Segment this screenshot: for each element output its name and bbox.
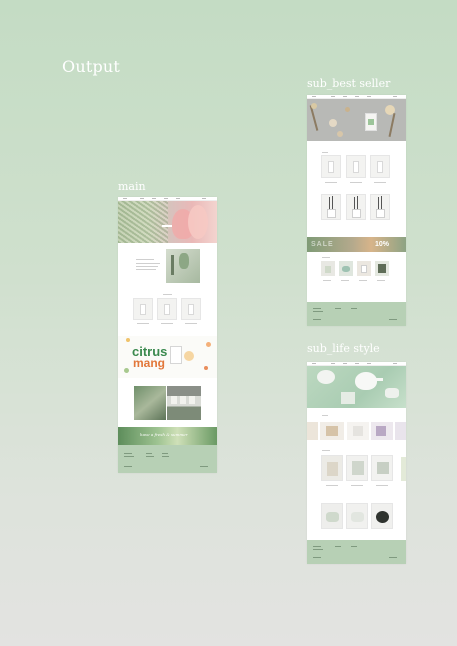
sub-best-seller-heading: sub_best seller — [307, 77, 391, 90]
banner-text: have a fresh & summer — [140, 432, 188, 437]
main-gallery-row — [118, 383, 217, 423]
life-style-product-card[interactable] — [371, 455, 393, 481]
best-seller-small-card[interactable] — [321, 261, 335, 276]
best-seller-small-card[interactable] — [357, 261, 371, 276]
promo-bottle-image — [170, 346, 182, 364]
output-heading: Output — [62, 57, 121, 76]
best-seller-small-card[interactable] — [375, 261, 389, 276]
sub1-footer — [307, 302, 406, 326]
main-hero-image — [118, 201, 217, 243]
life-style-product-card[interactable] — [346, 503, 368, 529]
mango-title: mang — [133, 356, 166, 370]
best-seller-product-card[interactable] — [321, 155, 341, 178]
main-intro-section — [118, 243, 217, 289]
best-seller-product-card[interactable] — [346, 194, 366, 220]
best-seller-product-card[interactable] — [370, 155, 390, 178]
main-product-row — [118, 289, 217, 329]
sale-discount-text: 10% — [375, 241, 390, 248]
main-heading: main — [118, 180, 146, 193]
main-product-card[interactable] — [181, 298, 201, 320]
sub-best-seller-thumbnail[interactable]: SALE 10% — [307, 95, 406, 326]
main-product-card[interactable] — [133, 298, 153, 320]
sale-banner-text: SALE — [311, 241, 334, 248]
best-seller-product-card[interactable] — [321, 194, 341, 220]
life-style-product-strip — [307, 420, 406, 442]
best-seller-small-card[interactable] — [339, 261, 353, 276]
life-style-product-card[interactable] — [321, 455, 343, 481]
main-citrus-promo[interactable]: citrus mang — [118, 336, 217, 378]
sale-banner[interactable]: SALE 10% — [307, 237, 406, 252]
sub2-footer — [307, 540, 406, 564]
best-seller-product-card[interactable] — [370, 194, 390, 220]
life-style-product-card[interactable] — [371, 503, 393, 529]
life-style-hero-image — [307, 366, 406, 408]
life-style-product-card[interactable] — [321, 503, 343, 529]
main-product-card[interactable] — [157, 298, 177, 320]
sub-life-style-thumbnail[interactable] — [307, 362, 406, 564]
main-summer-banner[interactable]: have a fresh & summer — [118, 427, 217, 445]
sub-life-style-heading: sub_life style — [307, 342, 380, 355]
best-seller-hero-image — [307, 99, 406, 141]
main-page-thumbnail[interactable]: citrus mang have a fresh & summer — [118, 197, 217, 473]
best-seller-product-card[interactable] — [346, 155, 366, 178]
main-footer — [118, 445, 217, 473]
life-style-product-card[interactable] — [346, 455, 368, 481]
